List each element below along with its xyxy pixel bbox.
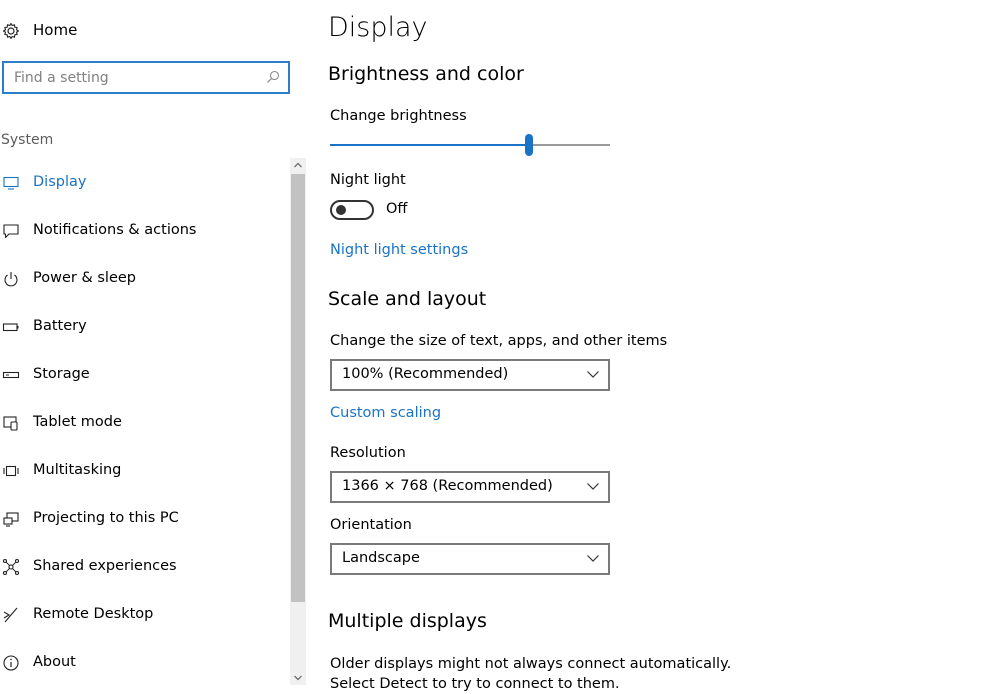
sidebar-item-label: Tablet mode bbox=[33, 414, 122, 430]
sidebar-item-label: Battery bbox=[33, 318, 87, 334]
gear-icon bbox=[0, 20, 22, 42]
chevron-down-icon bbox=[584, 365, 602, 383]
resolution-label: Resolution bbox=[330, 445, 406, 461]
projecting-icon bbox=[0, 508, 22, 530]
sidebar: Home System Display bbox=[0, 0, 306, 685]
sidebar-item-tablet-mode[interactable]: Tablet mode bbox=[0, 401, 288, 445]
slider-fill bbox=[330, 144, 529, 146]
scroll-down-arrow-icon[interactable] bbox=[290, 671, 306, 685]
sidebar-item-notifications[interactable]: Notifications & actions bbox=[0, 209, 288, 253]
night-light-settings-link[interactable]: Night light settings bbox=[330, 242, 468, 258]
slider-thumb[interactable] bbox=[525, 134, 533, 156]
multiple-displays-text: Older displays might not always connect … bbox=[330, 656, 732, 692]
section-label-system: System bbox=[1, 132, 54, 148]
toggle-knob bbox=[336, 205, 346, 215]
scale-dropdown-value: 100% (Recommended) bbox=[342, 366, 509, 382]
night-light-label: Night light bbox=[330, 172, 406, 188]
storage-drive-icon bbox=[0, 364, 22, 386]
sidebar-item-shared-experiences[interactable]: Shared experiences bbox=[0, 545, 288, 589]
sidebar-item-about[interactable]: About bbox=[0, 641, 288, 685]
chevron-down-icon bbox=[584, 549, 602, 567]
sidebar-item-label: Notifications & actions bbox=[33, 222, 197, 238]
resolution-dropdown-value: 1366 × 768 (Recommended) bbox=[342, 478, 553, 494]
sidebar-nav: Display Notifications & actions Power & … bbox=[0, 158, 290, 685]
sidebar-item-label: Projecting to this PC bbox=[33, 510, 179, 526]
brightness-color-heading: Brightness and color bbox=[328, 63, 524, 85]
orientation-dropdown[interactable]: Landscape bbox=[330, 543, 610, 575]
sidebar-item-multitasking[interactable]: Multitasking bbox=[0, 449, 288, 493]
sidebar-item-power-sleep[interactable]: Power & sleep bbox=[0, 257, 288, 301]
scale-dropdown[interactable]: 100% (Recommended) bbox=[330, 359, 610, 391]
power-icon bbox=[0, 268, 22, 290]
scale-layout-heading: Scale and layout bbox=[328, 288, 487, 310]
sidebar-item-label: Storage bbox=[33, 366, 90, 382]
info-icon bbox=[0, 652, 22, 674]
sidebar-item-label: Display bbox=[33, 174, 87, 190]
battery-icon bbox=[0, 316, 22, 338]
orientation-dropdown-value: Landscape bbox=[342, 550, 420, 566]
sidebar-item-storage[interactable]: Storage bbox=[0, 353, 288, 397]
chevron-down-icon bbox=[584, 477, 602, 495]
scrollbar-thumb[interactable] bbox=[291, 174, 305, 602]
sidebar-item-label: Shared experiences bbox=[33, 558, 177, 574]
sidebar-item-remote-desktop[interactable]: Remote Desktop bbox=[0, 593, 288, 637]
sidebar-item-label: Power & sleep bbox=[33, 270, 136, 286]
home-button[interactable]: Home bbox=[0, 14, 290, 48]
sidebar-item-battery[interactable]: Battery bbox=[0, 305, 288, 349]
monitor-icon bbox=[0, 172, 22, 194]
night-light-state: Off bbox=[386, 201, 408, 217]
night-light-toggle[interactable] bbox=[330, 200, 374, 220]
remote-desktop-icon bbox=[0, 604, 22, 626]
search-icon[interactable] bbox=[264, 68, 282, 86]
multiple-displays-heading: Multiple displays bbox=[328, 610, 487, 632]
main-content: Display Brightness and color Change brig… bbox=[328, 0, 996, 692]
shared-experiences-icon bbox=[0, 556, 22, 578]
search-input[interactable] bbox=[4, 63, 254, 92]
page-title: Display bbox=[328, 12, 428, 43]
sidebar-item-label: Multitasking bbox=[33, 462, 122, 478]
sidebar-item-display[interactable]: Display bbox=[0, 161, 288, 205]
brightness-label: Change brightness bbox=[330, 108, 467, 124]
chat-bubble-icon bbox=[0, 220, 22, 242]
brightness-slider[interactable] bbox=[330, 134, 610, 156]
custom-scaling-link[interactable]: Custom scaling bbox=[330, 405, 441, 421]
scroll-up-arrow-icon[interactable] bbox=[290, 158, 306, 172]
orientation-label: Orientation bbox=[330, 517, 412, 533]
size-label: Change the size of text, apps, and other… bbox=[330, 333, 668, 349]
resolution-dropdown[interactable]: 1366 × 768 (Recommended) bbox=[330, 471, 610, 503]
multitasking-icon bbox=[0, 460, 22, 482]
search-box bbox=[2, 61, 290, 94]
sidebar-item-projecting[interactable]: Projecting to this PC bbox=[0, 497, 288, 541]
sidebar-item-label: Remote Desktop bbox=[33, 606, 154, 622]
tablet-mode-icon bbox=[0, 412, 22, 434]
home-label: Home bbox=[33, 21, 78, 39]
sidebar-scrollbar[interactable] bbox=[290, 158, 306, 685]
sidebar-item-label: About bbox=[33, 654, 76, 670]
